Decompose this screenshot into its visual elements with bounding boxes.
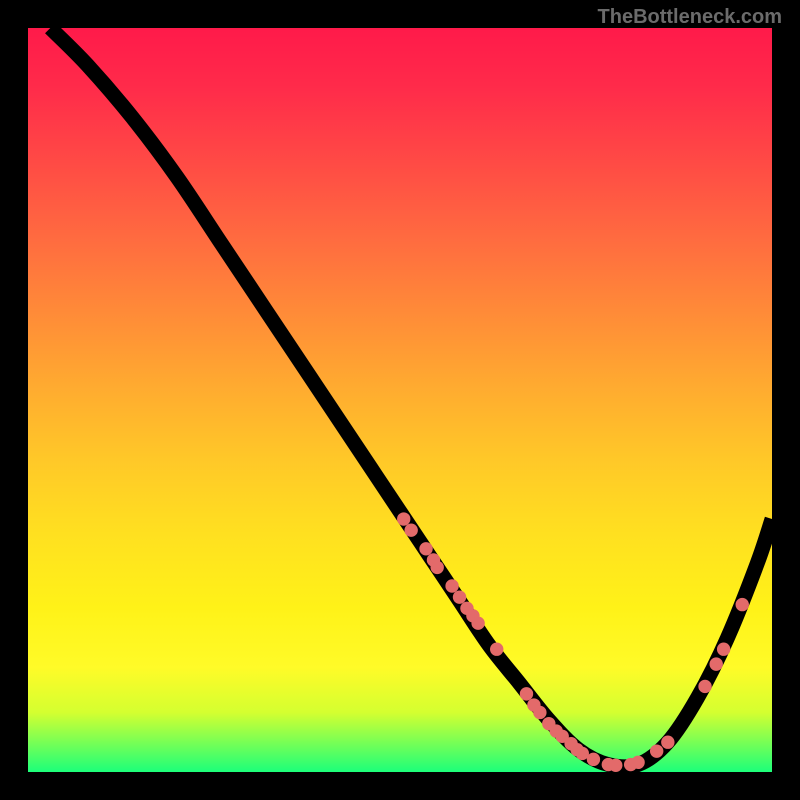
bottleneck-curve bbox=[50, 28, 772, 767]
data-point bbox=[609, 759, 622, 772]
data-point bbox=[736, 598, 749, 611]
data-point bbox=[698, 680, 711, 693]
data-point bbox=[520, 687, 533, 700]
data-point bbox=[587, 753, 600, 766]
data-markers bbox=[397, 512, 749, 772]
data-point bbox=[397, 512, 410, 525]
chart-plot-area bbox=[28, 28, 772, 772]
data-point bbox=[717, 643, 730, 656]
chart-svg bbox=[28, 28, 772, 772]
data-point bbox=[631, 756, 644, 769]
data-point bbox=[490, 643, 503, 656]
data-point bbox=[419, 542, 432, 555]
data-point bbox=[533, 706, 546, 719]
data-point bbox=[445, 579, 458, 592]
data-point bbox=[453, 590, 466, 603]
data-point bbox=[471, 617, 484, 630]
watermark-text: TheBottleneck.com bbox=[598, 6, 782, 29]
data-point bbox=[650, 744, 663, 757]
data-point bbox=[710, 657, 723, 670]
data-point bbox=[661, 736, 674, 749]
data-point bbox=[404, 524, 417, 537]
data-point bbox=[431, 561, 444, 574]
